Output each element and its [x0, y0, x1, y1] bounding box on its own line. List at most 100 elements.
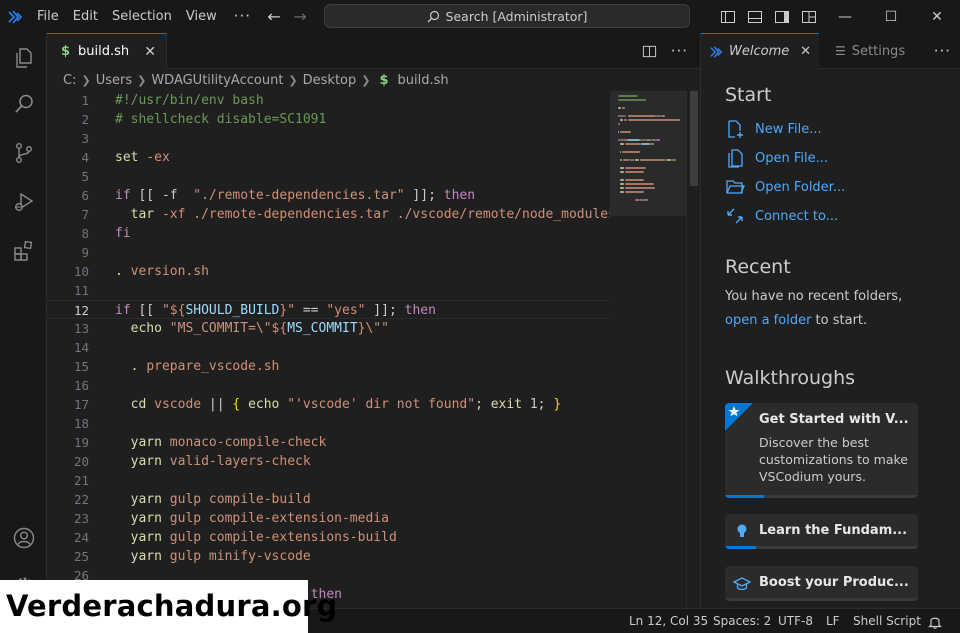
code-line[interactable]: 22 yarn gulp compile-build: [47, 490, 610, 509]
code-line[interactable]: 9: [47, 243, 610, 262]
line-number: 7: [81, 207, 89, 222]
code-line[interactable]: 10. version.sh: [47, 262, 610, 281]
code-line[interactable]: 21: [47, 471, 610, 490]
code-line[interactable]: 20 yarn valid-layers-check: [47, 452, 610, 471]
vscodium-logo-icon[interactable]: [0, 0, 30, 33]
code-token: MS_COMMIT: [287, 321, 358, 336]
line-number: 4: [81, 150, 89, 165]
close-tab-icon[interactable]: ✕: [800, 44, 811, 59]
tab-settings[interactable]: ☰ Settings: [821, 33, 916, 69]
explorer-icon[interactable]: [0, 35, 47, 81]
open-a-folder-link[interactable]: open a folder: [725, 313, 811, 328]
code-line[interactable]: 11: [47, 281, 610, 300]
encoding-status[interactable]: UTF-8: [778, 609, 813, 633]
tab-welcome[interactable]: Welcome ✕: [701, 33, 819, 69]
vscodium-logo-icon: [710, 45, 723, 58]
search-view-icon[interactable]: [0, 81, 47, 127]
walkthrough-progress: [725, 495, 918, 498]
code-line[interactable]: 6 if [[ -f "./remote-dependencies.tar" ]]…: [47, 186, 610, 205]
tab-build-sh[interactable]: $ build.sh ✕: [47, 33, 167, 69]
code-line[interactable]: 5: [47, 167, 610, 186]
run-and-debug-icon[interactable]: [0, 179, 47, 225]
code-token: yarn: [130, 435, 162, 450]
toggle-panel-icon[interactable]: [741, 0, 768, 33]
minimap-line: [620, 179, 624, 181]
maximize-button[interactable]: ☐: [868, 0, 914, 33]
walkthrough-learn-fundamentals[interactable]: Learn the Fundam...: [725, 514, 918, 549]
minimap-line: [661, 115, 665, 117]
walkthroughs-heading: Walkthroughs: [725, 367, 856, 389]
menu-more-button[interactable]: ···: [224, 0, 261, 33]
lightbulb-icon: [737, 524, 747, 537]
code-line[interactable]: 17 cd vscode || { echo "'vscode' dir not…: [47, 395, 610, 414]
welcome-panel: Welcome ✕ ☰ Settings ··· Start New File.…: [700, 33, 960, 608]
editor-more-actions-button[interactable]: ···: [671, 42, 688, 60]
close-window-button[interactable]: ✕: [914, 0, 960, 33]
line-number: 13: [73, 321, 89, 336]
code-text: if [[ -f "./remote-dependencies.tar" ]];…: [115, 186, 475, 205]
code-line[interactable]: 8 fi: [47, 224, 610, 243]
scrollbar-thumb[interactable]: [690, 91, 698, 186]
walkthrough-boost-productivity[interactable]: Boost your Produc...: [725, 566, 918, 601]
back-arrow-icon[interactable]: ←: [261, 0, 287, 33]
menu-view[interactable]: View: [179, 0, 224, 33]
open-folder-link[interactable]: Open Folder...: [725, 176, 845, 198]
minimap[interactable]: [610, 91, 686, 608]
code-line[interactable]: 25 yarn gulp minify-vscode: [47, 547, 610, 566]
walkthrough-get-started[interactable]: Get Started with V... Discover the best …: [725, 403, 918, 498]
customize-layout-icon[interactable]: [795, 0, 822, 33]
editor-scrollbar[interactable]: [686, 91, 700, 608]
split-editor-icon[interactable]: [642, 44, 657, 59]
code-line[interactable]: 4 set -ex: [47, 148, 610, 167]
code-editor[interactable]: 1 #!/usr/bin/env bash 2 # shellcheck disabl…: [47, 91, 610, 608]
code-line[interactable]: 23 yarn gulp compile-extension-media: [47, 509, 610, 528]
code-token: "yes": [326, 303, 366, 318]
code-line[interactable]: 12 if [[ "${SHOULD_BUILD}" == "yes" ]]; t…: [47, 300, 610, 319]
toggle-secondary-sidebar-icon[interactable]: [768, 0, 795, 33]
code-line[interactable]: 2 # shellcheck disable=SC1091: [47, 110, 610, 129]
code-line[interactable]: 18: [47, 414, 610, 433]
code-line[interactable]: 3: [47, 129, 610, 148]
side-panel-more-button[interactable]: ···: [934, 33, 951, 69]
code-line[interactable]: 15 . prepare_vscode.sh: [47, 357, 610, 376]
code-line[interactable]: 1 #!/usr/bin/env bash: [47, 91, 610, 110]
code-text: if [[ "${SHOULD_BUILD}" == "yes" ]]; the…: [115, 301, 436, 320]
close-tab-icon[interactable]: ✕: [144, 44, 156, 60]
cursor-position[interactable]: Ln 12, Col 35: [629, 609, 708, 633]
code-line[interactable]: 7 tar -xf ./remote-dependencies.tar ./vs…: [47, 205, 610, 224]
extensions-icon[interactable]: [0, 228, 47, 274]
accounts-icon[interactable]: [0, 515, 47, 561]
code-line[interactable]: 14: [47, 338, 610, 357]
indentation-status[interactable]: Spaces: 2: [713, 609, 771, 633]
mortarboard-icon: [733, 577, 751, 591]
notifications-bell-icon[interactable]: [928, 613, 942, 629]
minimap-slider[interactable]: [610, 91, 686, 216]
code-line[interactable]: 13 echo "MS_COMMIT=\"${MS_COMMIT}\"": [47, 319, 610, 338]
code-token: ]];: [404, 188, 444, 203]
breadcrumb-desktop[interactable]: Desktop: [303, 73, 357, 88]
menu-selection[interactable]: Selection: [105, 0, 179, 33]
code-line[interactable]: 19 yarn monaco-compile-check: [47, 433, 610, 452]
command-center-search[interactable]: Search [Administrator]: [324, 4, 690, 28]
source-control-icon[interactable]: [0, 130, 47, 176]
breadcrumb-users[interactable]: Users: [96, 73, 132, 88]
menu-edit[interactable]: Edit: [66, 0, 105, 33]
toggle-primary-sidebar-icon[interactable]: [714, 0, 741, 33]
breadcrumb-file[interactable]: build.sh: [398, 73, 449, 88]
line-number: 11: [73, 283, 89, 298]
forward-arrow-icon[interactable]: →: [287, 0, 313, 33]
connect-to-link[interactable]: Connect to...: [725, 205, 838, 227]
eol-status[interactable]: LF: [826, 609, 840, 633]
minimize-button[interactable]: —: [822, 0, 868, 33]
breadcrumb-drive[interactable]: C:: [63, 73, 76, 88]
open-file-link[interactable]: Open File...: [725, 147, 828, 169]
new-file-link[interactable]: New File...: [725, 118, 822, 140]
breadcrumb-account[interactable]: WDAGUtilityAccount: [151, 73, 283, 88]
language-mode-status[interactable]: Shell Script: [853, 609, 921, 633]
code-line[interactable]: 24 yarn gulp compile-extensions-build: [47, 528, 610, 547]
menu-file[interactable]: File: [30, 0, 66, 33]
code-line[interactable]: 16: [47, 376, 610, 395]
